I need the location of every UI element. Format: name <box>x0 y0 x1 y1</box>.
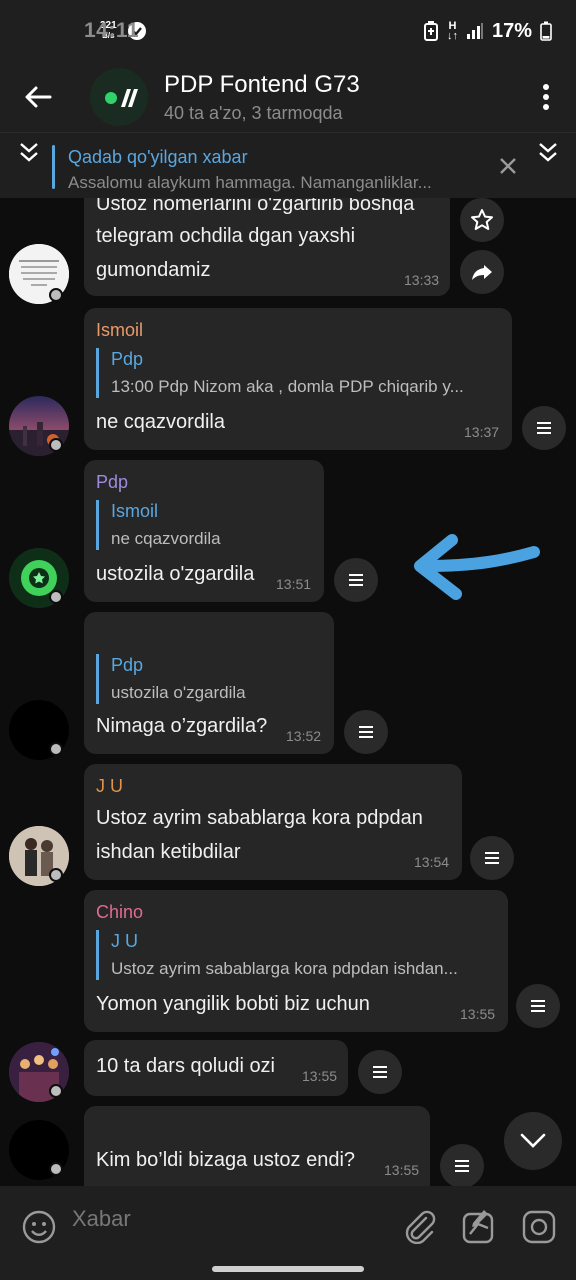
message-text: Nimaga o’zgardila? <box>96 715 268 737</box>
double-chevron-down-icon-right[interactable] <box>537 140 559 166</box>
close-icon[interactable] <box>496 154 520 178</box>
double-chevron-down-icon[interactable] <box>18 140 40 166</box>
chat-subtitle: 40 ta a'zo, 3 tarmoqda <box>164 102 343 123</box>
reply-quote[interactable]: Pdp ustozila o'zgardila <box>96 654 322 704</box>
message-time: 13:55 <box>460 1006 496 1022</box>
message-menu-button[interactable] <box>334 558 378 602</box>
message-text-line: Ustoz ayrim sabablarga kora pdpdan <box>96 807 423 829</box>
message-menu-button[interactable] <box>516 984 560 1028</box>
message-menu-button[interactable] <box>470 836 514 880</box>
battery-icon <box>540 21 552 41</box>
home-indicator[interactable] <box>212 1266 364 1272</box>
star-icon <box>471 209 493 230</box>
status-bar: 14:11 321 B/s H ↓↑ 17% <box>0 0 576 62</box>
annotation-arrow-icon <box>414 534 540 600</box>
pinned-text: Assalomu alaykum hammaga. Namanganliklar… <box>68 173 432 192</box>
group-avatar[interactable] <box>90 68 148 126</box>
reply-quote[interactable]: J U Ustoz ayrim sabablarga kora pdpdan i… <box>96 930 498 980</box>
reply-text: ne cqazvordila <box>111 529 221 548</box>
back-button[interactable] <box>0 62 76 132</box>
sender-name: J U <box>96 776 123 796</box>
sender-name: Pdp <box>96 472 129 492</box>
message-menu-button[interactable] <box>440 1144 484 1186</box>
message-menu-button[interactable] <box>522 406 566 450</box>
reply-quote[interactable]: Ismoil ne cqazvordila <box>96 500 312 550</box>
emoji-icon[interactable] <box>22 1210 56 1244</box>
message-list[interactable]: Ustoz nomerlarini o'zgartirib boshqa tel… <box>0 198 576 1186</box>
favorite-button[interactable] <box>460 198 504 242</box>
battery-percent: 17% <box>491 19 532 42</box>
message-text: ne cqazvordila <box>96 411 225 433</box>
reply-name: Pdp <box>111 655 144 675</box>
pinned-message-bar[interactable]: Qadab qo'yilgan xabar Assalomu alaykum h… <box>0 132 576 198</box>
reply-name: Pdp <box>111 349 144 369</box>
more-menu-button[interactable] <box>516 84 576 110</box>
message-time: 13:55 <box>302 1068 338 1084</box>
data-icon: H ↓↑ <box>446 20 458 42</box>
message-text-line: telegram ochdila dgan yaxshi <box>96 225 356 247</box>
sender-name: Chino <box>96 902 144 922</box>
online-indicator <box>49 868 63 882</box>
chevron-down-icon <box>520 1133 546 1148</box>
reply-text: 13:00 Pdp Nizom aka , domla PDP chiqarib… <box>111 377 464 396</box>
menu-lines-icon <box>349 574 363 586</box>
message-text-line: Ustoz nomerlarini o'zgartirib boshqa <box>96 198 415 215</box>
message-text-line: gumondamiz <box>96 259 211 281</box>
chat-title: PDP Fontend G73 <box>164 70 360 98</box>
share-arrow-icon <box>472 265 492 280</box>
sender-name: Ismoil <box>96 320 144 340</box>
online-indicator <box>49 288 63 302</box>
message-time: 13:51 <box>276 576 312 592</box>
pinned-title: Qadab qo'yilgan xabar <box>68 147 248 167</box>
battery-saver-icon <box>423 21 439 41</box>
message-menu-button[interactable] <box>344 710 388 754</box>
message-time: 13:54 <box>414 854 450 870</box>
reply-text: Ustoz ayrim sabablarga kora pdpdan ishda… <box>111 959 458 978</box>
signal-icon <box>466 22 484 40</box>
message-text-line: ishdan ketibdilar <box>96 841 241 863</box>
message-time: 13:52 <box>286 728 322 744</box>
message-time: 13:33 <box>404 272 440 288</box>
reply-name: Ismoil <box>111 501 159 521</box>
camera-icon[interactable] <box>522 1210 556 1244</box>
online-indicator <box>49 1084 63 1098</box>
reply-quote[interactable]: Pdp 13:00 Pdp Nizom aka , domla PDP chiq… <box>96 348 502 398</box>
message-text: ustozila o'zgardila <box>96 563 255 585</box>
online-indicator <box>49 590 63 604</box>
forward-button[interactable] <box>460 250 504 294</box>
reply-text: ustozila o'zgardila <box>111 683 246 702</box>
pinned-accent-bar <box>52 145 55 189</box>
menu-lines-icon <box>373 1066 387 1078</box>
online-indicator <box>49 1162 63 1176</box>
menu-lines-icon <box>359 726 373 738</box>
menu-lines-icon <box>531 1000 545 1012</box>
menu-lines-icon <box>537 422 551 434</box>
message-time: 13:37 <box>464 424 500 440</box>
clock: 14:11 <box>84 19 140 42</box>
message-text: Kim bo’ldi bizaga ustoz endi? <box>96 1149 356 1171</box>
message-input[interactable]: Xabar <box>72 1206 131 1232</box>
message-time: 13:55 <box>384 1162 420 1178</box>
attach-icon[interactable] <box>404 1210 436 1244</box>
chat-title-block[interactable]: PDP Fontend G73 40 ta a'zo, 3 tarmoqda <box>164 71 360 124</box>
menu-lines-icon <box>485 852 499 864</box>
message-text: 10 ta dars qoludi ozi <box>96 1055 276 1077</box>
more-vertical-icon <box>543 84 549 110</box>
message-menu-button[interactable] <box>358 1050 402 1094</box>
arrow-left-icon <box>25 86 52 108</box>
online-indicator <box>49 438 63 452</box>
chat-header: PDP Fontend G73 40 ta a'zo, 3 tarmoqda <box>0 62 576 132</box>
message-text: Yomon yangilik bobti biz uchun <box>96 993 370 1015</box>
reply-name: J U <box>111 931 138 951</box>
sticker-icon[interactable] <box>462 1208 496 1244</box>
menu-lines-icon <box>455 1160 469 1172</box>
scroll-to-bottom-button[interactable] <box>504 1112 562 1170</box>
online-indicator <box>49 742 63 756</box>
